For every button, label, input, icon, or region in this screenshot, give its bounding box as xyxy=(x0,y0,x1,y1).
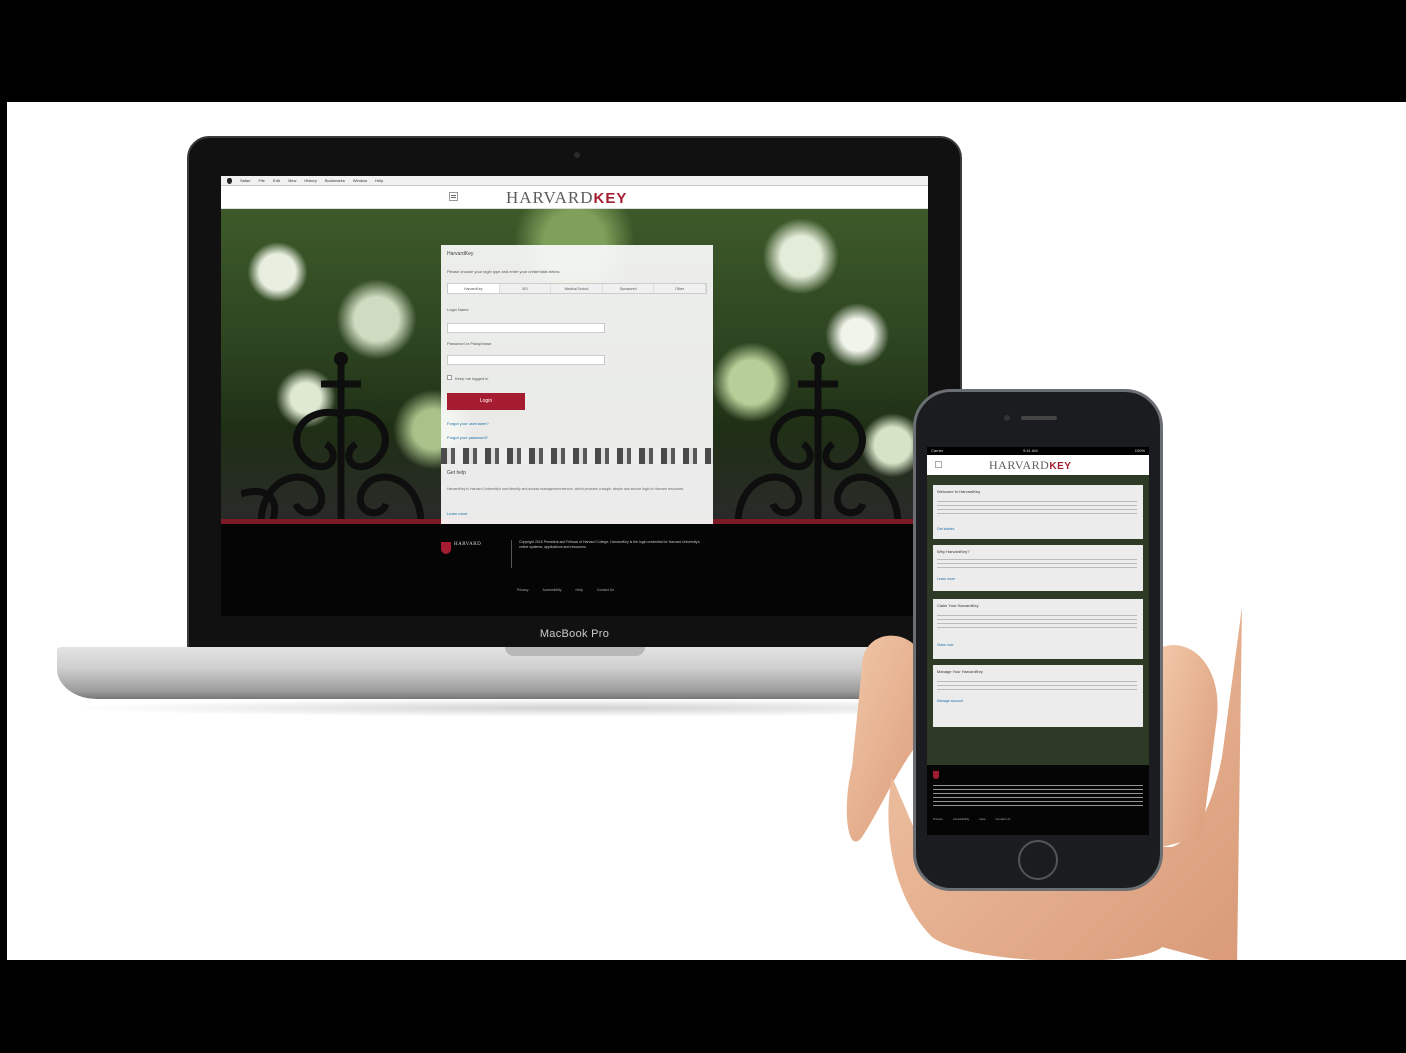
username-label: Login Name xyxy=(447,307,469,312)
menubar-item[interactable]: Help xyxy=(375,178,383,183)
status-time: 9:41 AM xyxy=(1023,448,1038,453)
card-heading: Welcome to HarvardKey xyxy=(937,489,981,494)
phone-footer-links: Privacy Accessibility Help Contact Us xyxy=(933,817,1010,821)
phone-brand-key: KEY xyxy=(1049,461,1072,472)
phone-footer-link[interactable]: Contact Us xyxy=(995,817,1010,821)
tab-other[interactable]: Other xyxy=(654,284,706,293)
status-battery: 100% xyxy=(1134,448,1145,453)
iron-gate-left-image xyxy=(241,352,425,524)
footer-link[interactable]: Help xyxy=(576,588,583,592)
laptop-hinge-notch xyxy=(505,647,645,656)
iron-gate-right-image xyxy=(734,352,902,524)
phone-card: Welcome to HarvardKey Get started xyxy=(933,485,1143,539)
phone-site-header: HARVARDKEY xyxy=(927,455,1149,475)
hamburger-menu-icon[interactable] xyxy=(449,192,458,201)
promo-scene: Safari File Edit View History Bookmarks … xyxy=(7,102,1406,960)
remember-label: Keep me logged in xyxy=(455,376,489,381)
card-link[interactable]: Manage account xyxy=(937,699,963,703)
remember-checkbox[interactable] xyxy=(447,375,452,380)
footer-copyright: Copyright 2015 President and Fellows of … xyxy=(519,540,700,549)
harvard-footer-logo[interactable]: HARVARD xyxy=(441,540,511,556)
gate-strip-decoration xyxy=(441,448,713,464)
learn-more-link[interactable]: Learn more xyxy=(447,511,467,516)
password-input[interactable] xyxy=(447,355,605,365)
footer-link[interactable]: Contact Us xyxy=(597,588,614,592)
tab-medical-school[interactable]: Medical School xyxy=(551,284,603,293)
footer-link[interactable]: Privacy xyxy=(517,588,528,592)
tab-xid[interactable]: XID xyxy=(499,284,552,293)
login-title: HarvardKey xyxy=(447,251,474,257)
tab-harvardkey[interactable]: HarvardKey xyxy=(448,284,500,293)
card-link[interactable]: Learn more xyxy=(937,577,955,581)
phone-card: Why HarvardKey? Learn more xyxy=(933,545,1143,591)
phone-site-footer: Privacy Accessibility Help Contact Us xyxy=(927,765,1149,835)
card-link[interactable]: Claim now xyxy=(937,643,953,647)
phone-card: Manage Your HarvardKey Manage account xyxy=(933,665,1143,727)
phone-brand-main: HARVARD xyxy=(989,458,1050,472)
mac-menubar: Safari File Edit View History Bookmarks … xyxy=(221,176,928,186)
help-heading: Get help xyxy=(447,470,466,476)
brand-main: HARVARD xyxy=(506,188,594,207)
site-header: HARVARDKEY xyxy=(221,186,928,209)
site-footer: HARVARD Copyright 2015 President and Fel… xyxy=(221,524,928,616)
phone-speaker xyxy=(1021,416,1057,420)
menubar-item[interactable]: File xyxy=(258,178,264,183)
phone-footer-copyright-lines xyxy=(933,785,1143,807)
login-type-tabs: HarvardKey XID Medical School Sponsored … xyxy=(447,283,707,294)
password-label: Password or Passphrase xyxy=(447,341,492,346)
menubar-item[interactable]: History xyxy=(304,178,316,183)
laptop-screen: Safari File Edit View History Bookmarks … xyxy=(221,176,928,616)
forgot-password-link[interactable]: Forgot your password? xyxy=(447,435,488,440)
phone-status-bar: Carrier 9:41 AM 100% xyxy=(927,447,1149,455)
phone-menu-icon[interactable] xyxy=(935,461,942,468)
footer-divider xyxy=(511,540,512,568)
card-link[interactable]: Get started xyxy=(937,527,954,531)
apple-icon[interactable] xyxy=(227,177,232,184)
laptop-camera xyxy=(574,152,580,158)
card-heading: Why HarvardKey? xyxy=(937,549,970,554)
phone-content: Welcome to HarvardKey Get started Why Ha… xyxy=(927,475,1149,765)
status-carrier: Carrier xyxy=(931,448,944,453)
footer-logo-text: HARVARD xyxy=(454,542,482,547)
forgot-username-link[interactable]: Forgot your username? xyxy=(447,421,489,426)
phone-footer-link[interactable]: Accessibility xyxy=(953,817,969,821)
menubar-item[interactable]: Window xyxy=(353,178,367,183)
phone-home-button[interactable] xyxy=(1018,840,1058,880)
footer-links: Privacy Accessibility Help Contact Us xyxy=(517,588,614,592)
card-text-lines xyxy=(937,559,1137,569)
card-heading: Claim Your HarvardKey xyxy=(937,603,979,608)
harvard-shield-icon xyxy=(441,542,451,554)
card-heading: Manage Your HarvardKey xyxy=(937,669,983,674)
phone-footer-link[interactable]: Privacy xyxy=(933,817,943,821)
phone-harvard-shield-icon xyxy=(933,771,939,779)
laptop-lid: Safari File Edit View History Bookmarks … xyxy=(187,136,962,656)
tab-sponsored[interactable]: Sponsored xyxy=(602,284,655,293)
menubar-item[interactable]: View xyxy=(288,178,297,183)
phone-harvardkey-logo[interactable]: HARVARDKEY xyxy=(989,458,1071,473)
menubar-item[interactable]: Safari xyxy=(240,178,250,183)
login-intro: Please choose your login type and enter … xyxy=(447,269,561,274)
menubar-item[interactable]: Edit xyxy=(273,178,280,183)
footer-link[interactable]: Accessibility xyxy=(542,588,561,592)
help-text: HarvardKey is Harvard University's new i… xyxy=(447,487,685,491)
card-text-lines xyxy=(937,681,1137,691)
card-text-lines xyxy=(937,501,1137,515)
phone-card: Claim Your HarvardKey Claim now xyxy=(933,599,1143,659)
phone-footer-link[interactable]: Help xyxy=(979,817,985,821)
login-panel: HarvardKey Please choose your login type… xyxy=(441,245,713,524)
menubar-item[interactable]: Bookmarks xyxy=(325,178,345,183)
hero-background: HarvardKey Please choose your login type… xyxy=(221,209,928,524)
brand-key: KEY xyxy=(593,190,628,207)
phone-screen: Carrier 9:41 AM 100% HARVARDKEY Welcome … xyxy=(927,447,1149,835)
login-button[interactable]: Login xyxy=(447,393,525,410)
username-input[interactable] xyxy=(447,323,605,333)
phone-camera xyxy=(1004,415,1010,421)
iphone-device: Carrier 9:41 AM 100% HARVARDKEY Welcome … xyxy=(913,389,1163,891)
harvardkey-logo[interactable]: HARVARDKEY xyxy=(506,188,627,208)
card-text-lines xyxy=(937,615,1137,629)
